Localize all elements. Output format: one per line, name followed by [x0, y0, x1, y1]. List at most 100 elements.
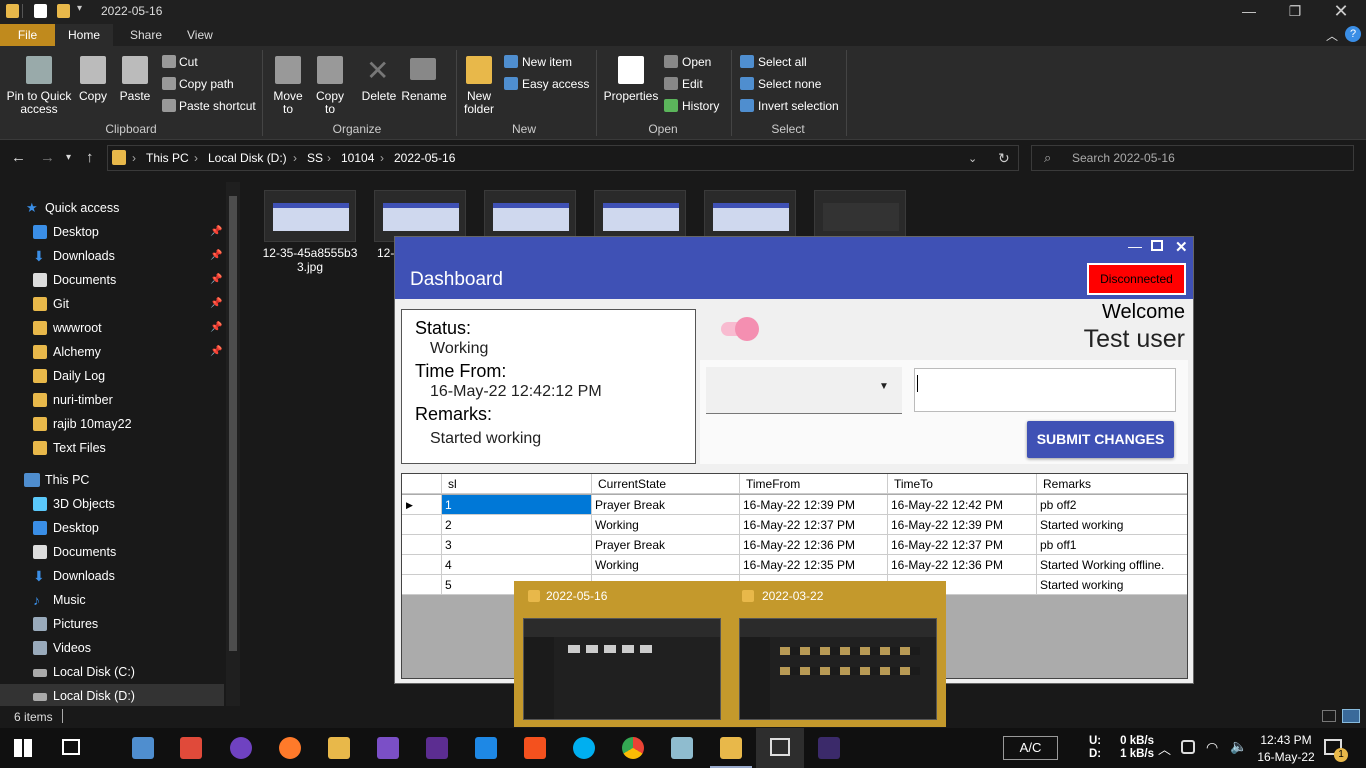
up-arrow-icon[interactable]: ↑	[86, 149, 94, 166]
cell-time-to[interactable]: 16-May-22 12:36 PM	[888, 555, 1037, 575]
rename-button[interactable]: Rename	[400, 90, 448, 103]
copy-button[interactable]: Copy	[76, 90, 110, 103]
details-view-icon[interactable]	[1322, 710, 1336, 722]
column-header-time-to[interactable]: TimeTo	[888, 474, 1037, 494]
new-item-button[interactable]: New item	[522, 55, 572, 69]
column-header-remarks[interactable]: Remarks	[1037, 474, 1187, 494]
minimize-icon[interactable]: —	[1128, 238, 1142, 254]
properties-qat-icon[interactable]	[34, 4, 47, 18]
nav-folder-text-files[interactable]: Text Files	[0, 436, 224, 460]
nav-pinned-git[interactable]: Git 📌	[0, 292, 224, 316]
nav-pc-pictures[interactable]: Pictures	[0, 612, 224, 636]
history-button[interactable]: History	[682, 99, 719, 113]
properties-button[interactable]: Properties	[602, 90, 660, 103]
move-to-button[interactable]: Move to	[268, 90, 308, 116]
table-row[interactable]: 2 Working 16-May-22 12:37 PM 16-May-22 1…	[402, 515, 1187, 535]
cell-remarks[interactable]: Started Working offline.	[1037, 555, 1187, 575]
tray-app-icon[interactable]	[1181, 740, 1195, 754]
delete-button[interactable]: Delete	[358, 90, 400, 103]
cell-sl[interactable]: 2	[442, 515, 592, 535]
nav-pc-local-disk-c[interactable]: Local Disk (C:)	[0, 660, 224, 684]
row-header[interactable]	[402, 575, 442, 595]
tab-file[interactable]: File	[0, 24, 55, 46]
file-thumbnail[interactable]	[264, 190, 356, 242]
row-header[interactable]	[402, 515, 442, 535]
chevron-right-icon[interactable]: ›	[194, 151, 198, 165]
cell-sl[interactable]: 4	[442, 555, 592, 575]
breadcrumb-10104[interactable]: 10104	[341, 151, 374, 165]
postman-app-icon[interactable]	[279, 737, 301, 759]
volume-icon[interactable]: 🔈	[1230, 738, 1247, 755]
preview-title-left[interactable]: 2022-05-16	[546, 589, 607, 603]
chrome-app-icon[interactable]	[622, 737, 644, 759]
file-name[interactable]: 12-35-45a8555b3 3.jpg	[258, 246, 362, 274]
close-icon[interactable]: ✕	[1318, 0, 1364, 24]
large-icons-view-icon[interactable]	[1342, 709, 1360, 723]
tab-share[interactable]: Share	[116, 24, 176, 46]
table-row[interactable]: 4 Working 16-May-22 12:35 PM 16-May-22 1…	[402, 555, 1187, 575]
new-folder-button[interactable]: New folder	[458, 90, 500, 116]
row-header[interactable]	[402, 535, 442, 555]
nav-pc-desktop[interactable]: Desktop	[0, 516, 224, 540]
nav-scrollbar-thumb[interactable]	[229, 196, 237, 651]
refresh-icon[interactable]: ↻	[998, 150, 1010, 167]
cell-time-to[interactable]: 16-May-22 12:39 PM	[888, 515, 1037, 535]
forward-arrow-icon[interactable]: →	[40, 149, 55, 166]
file-thumbnail[interactable]	[484, 190, 576, 242]
table-row[interactable]: 3 Prayer Break 16-May-22 12:36 PM 16-May…	[402, 535, 1187, 555]
file-thumbnail[interactable]	[814, 190, 906, 242]
copy-to-button[interactable]: Copy to	[310, 90, 350, 116]
nav-pc-3d-objects[interactable]: 3D Objects	[0, 492, 224, 516]
cell-time-to[interactable]: 16-May-22 12:42 PM	[888, 495, 1037, 515]
file-thumbnail[interactable]	[374, 190, 466, 242]
nav-this-pc[interactable]: This PC	[0, 468, 224, 492]
select-none-button[interactable]: Select none	[758, 77, 821, 91]
file-thumbnail[interactable]	[594, 190, 686, 242]
row-header[interactable]	[402, 555, 442, 575]
cell-time-from[interactable]: 16-May-22 12:39 PM	[740, 495, 888, 515]
breadcrumb-local-disk-d[interactable]: Local Disk (D:)	[208, 151, 287, 165]
select-all-button[interactable]: Select all	[758, 55, 807, 69]
cell-remarks[interactable]: Started working	[1037, 515, 1187, 535]
column-header-current-state[interactable]: CurrentState	[592, 474, 740, 494]
edit-button[interactable]: Edit	[682, 77, 703, 91]
help-icon[interactable]: ?	[1345, 26, 1361, 42]
close-icon[interactable]: ✕	[1175, 238, 1188, 256]
nav-pc-videos[interactable]: Videos	[0, 636, 224, 660]
clock-time[interactable]: 12:43 PM	[1256, 733, 1316, 747]
file-explorer-app-icon[interactable]	[720, 737, 742, 759]
breadcrumb-this-pc[interactable]: This PC	[146, 151, 189, 165]
nav-folder-nuri-timber[interactable]: nuri-timber	[0, 388, 224, 412]
notepad-app-icon[interactable]	[671, 737, 693, 759]
collapse-ribbon-icon[interactable]: ︿	[1326, 27, 1338, 44]
chevron-up-icon[interactable]: ︿	[1158, 739, 1171, 758]
nav-pinned-alchemy[interactable]: Alchemy 📌	[0, 340, 224, 364]
restore-icon[interactable]: ❐	[1272, 0, 1318, 24]
copy-path-button[interactable]: Copy path	[179, 77, 234, 91]
cell-state[interactable]: Prayer Break	[592, 495, 740, 515]
dropdown-arrow-icon[interactable]: ▼	[879, 381, 889, 392]
chevron-right-icon[interactable]: ›	[380, 151, 384, 165]
easy-access-button[interactable]: Easy access	[522, 77, 589, 91]
nav-pc-music[interactable]: ♪ Music	[0, 588, 224, 612]
file-thumbnail[interactable]	[704, 190, 796, 242]
search-input[interactable]: ⌕ Search 2022-05-16	[1031, 145, 1354, 171]
nav-pc-documents[interactable]: Documents	[0, 540, 224, 564]
cell-remarks[interactable]: pb off2	[1037, 495, 1187, 515]
cell-sl[interactable]: 1	[442, 495, 592, 515]
remarks-input[interactable]	[914, 368, 1176, 412]
column-header-time-from[interactable]: TimeFrom	[740, 474, 888, 494]
terminal-app-icon[interactable]	[818, 737, 840, 759]
cell-remarks[interactable]: pb off1	[1037, 535, 1187, 555]
cell-state[interactable]: Working	[592, 555, 740, 575]
cell-state[interactable]: Working	[592, 515, 740, 535]
wifi-icon[interactable]: ◠	[1206, 739, 1218, 756]
nav-folder-rajib[interactable]: rajib 10may22	[0, 412, 224, 436]
breadcrumb-ss[interactable]: SS	[307, 151, 323, 165]
this-pc-app-icon[interactable]	[132, 737, 154, 759]
pin-to-quick-access-button[interactable]: Pin to Quick access	[4, 90, 74, 116]
nav-pc-local-disk-d[interactable]: Local Disk (D:)	[0, 684, 224, 708]
github-desktop-app-icon[interactable]	[230, 737, 252, 759]
table-row[interactable]: ▶ 1 Prayer Break 16-May-22 12:39 PM 16-M…	[402, 495, 1187, 515]
git-client-app-icon[interactable]	[180, 737, 202, 759]
